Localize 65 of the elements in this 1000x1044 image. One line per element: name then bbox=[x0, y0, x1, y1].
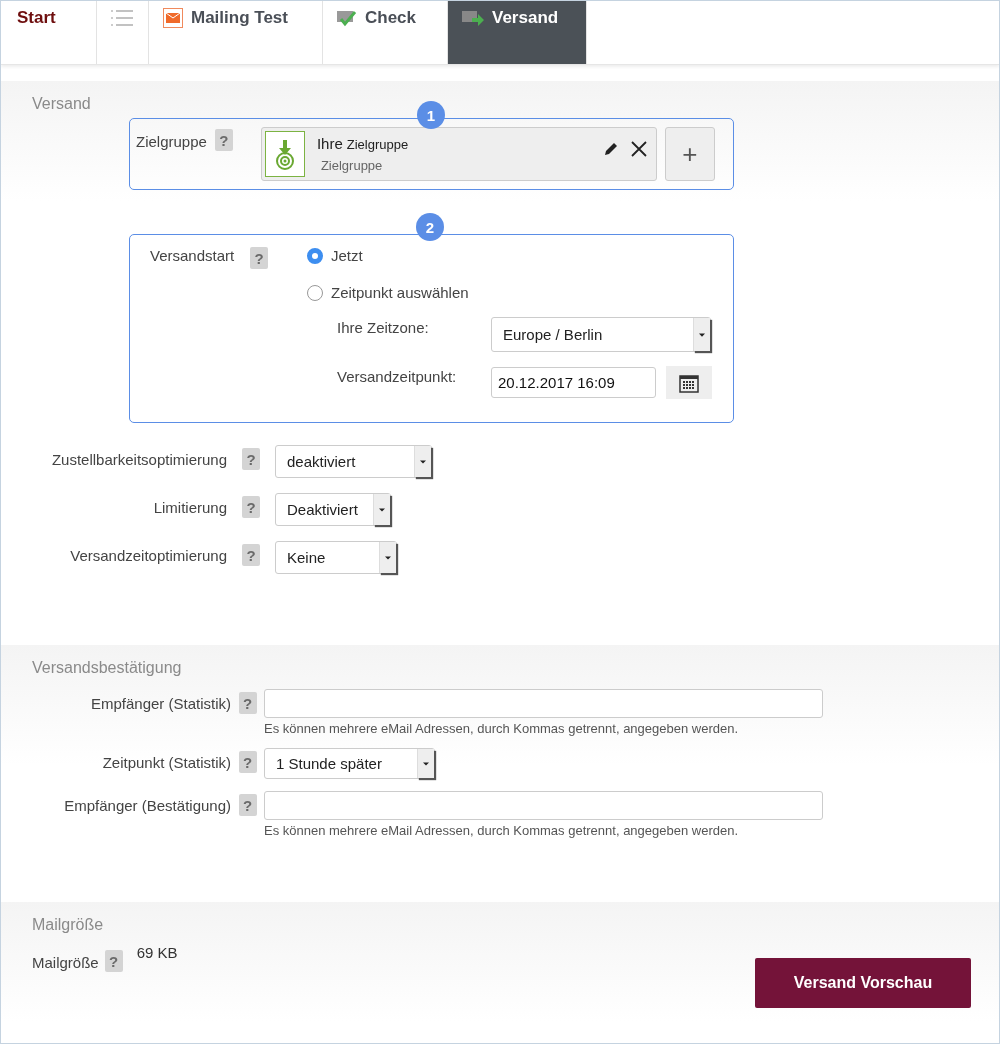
help-icon[interactable]: ? bbox=[238, 751, 257, 774]
email-input[interactable] bbox=[264, 689, 823, 719]
tab[interactable]: Versand bbox=[448, 1, 587, 65]
envelope-arrow-icon bbox=[462, 8, 484, 27]
dropdown[interactable]: 1 Stunde später bbox=[264, 748, 435, 780]
step-badge: 2 bbox=[416, 213, 444, 242]
field-label: Empfänger (Statistik) bbox=[90, 695, 231, 713]
calendar-button[interactable] bbox=[666, 366, 712, 400]
calendar-icon bbox=[679, 372, 699, 393]
mail-size-value: 69 KB bbox=[136, 944, 178, 962]
dropdown[interactable]: Europe / Berlin bbox=[491, 317, 711, 353]
radio-label[interactable]: Jetzt bbox=[331, 247, 363, 265]
caret-icon bbox=[373, 494, 390, 526]
field-label: Zeitpunkt (Statistik) bbox=[102, 754, 231, 772]
add-button[interactable]: + bbox=[664, 127, 715, 182]
field-label: Versandstart bbox=[150, 247, 235, 265]
hint-text: Es können mehrere eMail Adressen, durch Kommas getrennt, angegeben werden. bbox=[264, 823, 740, 839]
radio-label[interactable]: Zeitpunkt auswählen bbox=[331, 284, 469, 302]
group-title: Ihre bbox=[316, 135, 343, 153]
help-icon[interactable]: ? bbox=[242, 544, 260, 567]
envelope-icon bbox=[163, 7, 183, 28]
target-group-card[interactable]: Ihre Zielgruppe Zielgruppe bbox=[260, 127, 657, 182]
field-label: Mailgröße bbox=[32, 953, 99, 972]
section-title: Mailgröße bbox=[32, 916, 104, 936]
caret-icon bbox=[693, 318, 710, 352]
caret-icon bbox=[414, 446, 431, 478]
dropdown[interactable]: Keine bbox=[275, 541, 397, 575]
tab[interactable]: Check bbox=[323, 1, 448, 65]
list-icon bbox=[111, 8, 133, 27]
hint-text: Es können mehrere eMail Adressen, durch Kommas getrennt, angegeben werden. bbox=[264, 721, 740, 737]
help-icon[interactable]: ? bbox=[242, 448, 260, 471]
section-title: Versandsbestätigung bbox=[32, 659, 182, 679]
caret-icon bbox=[379, 542, 396, 574]
help-icon[interactable]: ? bbox=[214, 129, 233, 152]
radio-button[interactable] bbox=[307, 247, 323, 264]
group-title: Zielgruppe bbox=[346, 137, 409, 153]
preview-button[interactable]: Versand Vorschau bbox=[755, 958, 971, 1009]
dropdown[interactable]: deaktiviert bbox=[275, 445, 432, 479]
envelope-check-icon bbox=[337, 8, 357, 27]
dropdown[interactable]: Deaktiviert bbox=[275, 493, 391, 527]
field-label: Zielgruppe bbox=[136, 133, 207, 151]
help-icon[interactable]: ? bbox=[104, 950, 123, 973]
field-label: Versandzeitpunkt: bbox=[337, 367, 458, 388]
field-label: Limitierung bbox=[153, 499, 227, 517]
tab[interactable]: Mailing Test bbox=[149, 1, 323, 65]
caret-icon bbox=[417, 749, 434, 779]
field-label: Zustellbarkeitsoptimierung bbox=[51, 451, 227, 469]
step-badge: 1 bbox=[417, 101, 445, 130]
section-title: Versand bbox=[32, 95, 91, 115]
pencil-icon[interactable] bbox=[602, 141, 619, 158]
close-icon[interactable] bbox=[630, 141, 647, 158]
target-download-icon bbox=[264, 131, 305, 178]
help-icon[interactable]: ? bbox=[250, 247, 268, 270]
radio-button[interactable] bbox=[307, 284, 323, 301]
group-subtitle: Zielgruppe bbox=[319, 158, 384, 174]
email-input[interactable] bbox=[264, 791, 823, 821]
help-icon[interactable]: ? bbox=[242, 496, 260, 519]
field-label: Empfänger (Bestätigung) bbox=[64, 797, 231, 815]
help-icon[interactable]: ? bbox=[238, 794, 257, 817]
tab[interactable]: Start bbox=[1, 1, 97, 65]
date-field[interactable]: 20.12.2017 16:09 bbox=[491, 367, 656, 399]
help-icon[interactable]: ? bbox=[238, 692, 257, 715]
field-label: Versandzeitoptimierung bbox=[70, 547, 227, 565]
tab[interactable] bbox=[97, 1, 149, 65]
field-label: Ihre Zeitzone: bbox=[337, 318, 430, 339]
